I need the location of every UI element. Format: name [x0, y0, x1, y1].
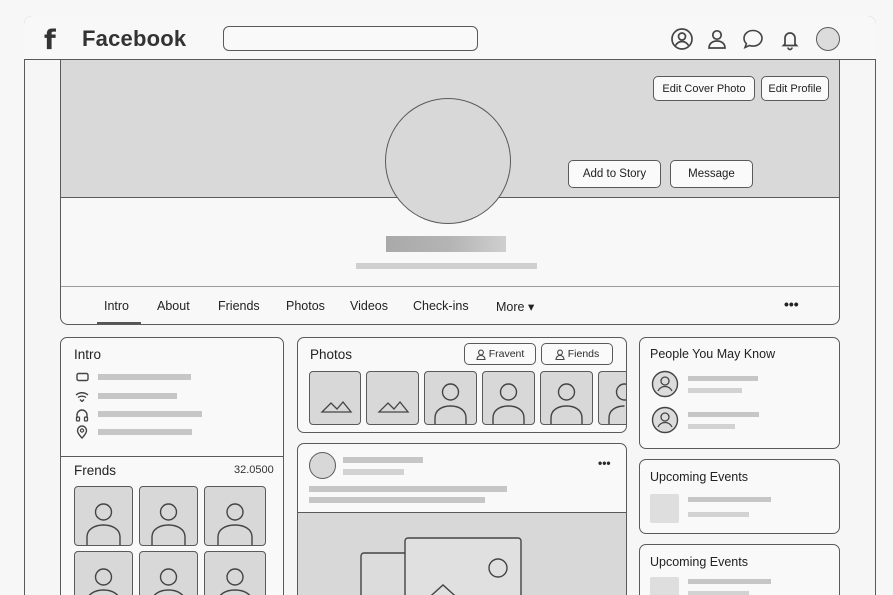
tab-friends[interactable]: Friends: [218, 299, 260, 313]
event-name-placeholder: [688, 579, 771, 584]
friend-thumb[interactable]: [204, 551, 266, 595]
photo-thumb[interactable]: [424, 371, 477, 425]
photos-filter-fravent-button[interactable]: Fravent: [464, 343, 536, 365]
upcoming-events-title: Upcoming Events: [650, 470, 748, 484]
intro-title: Intro: [74, 347, 102, 362]
intro-line-3: [98, 411, 202, 417]
tabs-divider: [61, 286, 839, 287]
photos-filter-fiends-label: Fiends: [567, 348, 600, 360]
photo-thumb[interactable]: [366, 371, 419, 425]
person-icon: [476, 349, 486, 360]
tab-check-ins[interactable]: Check-ins: [413, 299, 469, 313]
profile-subtitle-placeholder: [356, 263, 537, 269]
profile-name-placeholder: [386, 236, 506, 252]
edit-cover-photo-button[interactable]: Edit Cover Photo: [653, 76, 755, 101]
post-media[interactable]: [298, 512, 626, 595]
friend-thumb[interactable]: [139, 551, 198, 595]
intro-line-4: [98, 429, 192, 435]
post-text-line-2: [309, 497, 485, 503]
image-placeholder-icon: [360, 537, 522, 595]
active-tab-indicator: [97, 322, 141, 324]
landscape-icon: [377, 400, 410, 413]
profile-picture[interactable]: [385, 98, 511, 224]
account-circle-icon[interactable]: [670, 27, 694, 51]
post-time-placeholder: [343, 469, 404, 475]
post-menu-icon[interactable]: •••: [598, 456, 611, 470]
friend-thumb[interactable]: [74, 486, 133, 546]
post-text-line-1: [309, 486, 507, 492]
bell-icon[interactable]: [778, 27, 802, 51]
suggested-person-avatar-icon[interactable]: [651, 406, 679, 434]
search-input[interactable]: [223, 26, 478, 51]
message-button[interactable]: Message: [670, 160, 753, 188]
brand-name[interactable]: Facebook: [82, 26, 186, 52]
location-pin-icon: [76, 425, 88, 439]
photo-thumb[interactable]: [598, 371, 626, 425]
event-thumbnail[interactable]: [650, 577, 679, 595]
event-thumbnail[interactable]: [650, 494, 679, 523]
photos-title: Photos: [310, 347, 353, 362]
post-author-avatar[interactable]: [309, 452, 336, 479]
friend-thumb[interactable]: [204, 486, 266, 546]
intro-line-2: [98, 393, 177, 399]
photo-thumb[interactable]: [309, 371, 361, 425]
person-silhouette-icon: [434, 383, 467, 424]
suggested-info-placeholder: [688, 388, 742, 393]
tab-more[interactable]: More ▾: [496, 299, 534, 314]
event-name-placeholder: [688, 497, 771, 502]
person-icon[interactable]: [705, 27, 729, 51]
profile-avatar[interactable]: [816, 27, 840, 51]
landscape-icon: [320, 400, 353, 413]
person-icon: [555, 349, 565, 360]
post-author-name-placeholder: [343, 457, 423, 463]
tab-about[interactable]: About: [157, 299, 190, 313]
person-silhouette-icon: [608, 383, 626, 424]
friends-title: Frends: [74, 463, 117, 478]
chat-bubble-icon[interactable]: [741, 27, 765, 51]
facebook-logo-icon[interactable]: f: [44, 25, 56, 56]
tab-videos[interactable]: Videos: [350, 299, 388, 313]
tab-intro[interactable]: Intro: [104, 299, 129, 313]
person-silhouette-icon: [550, 383, 583, 424]
event-date-placeholder: [688, 512, 749, 517]
edit-profile-button[interactable]: Edit Profile: [761, 76, 829, 101]
add-to-story-button[interactable]: Add to Story: [568, 160, 661, 188]
suggested-person-avatar-icon[interactable]: [651, 370, 679, 398]
friend-thumb[interactable]: [139, 486, 198, 546]
photos-filter-fravent-label: Fravent: [488, 348, 525, 360]
people-you-may-know-title: People You May Know: [650, 347, 776, 361]
photos-filter-fiends-button[interactable]: Fiends: [541, 343, 613, 365]
photo-thumb[interactable]: [540, 371, 593, 425]
friend-thumb[interactable]: [74, 551, 133, 595]
suggested-name-placeholder: [688, 412, 759, 417]
headphones-icon: [75, 408, 89, 422]
person-silhouette-icon: [492, 383, 525, 424]
event-date-placeholder: [688, 591, 749, 595]
photo-thumb[interactable]: [482, 371, 535, 425]
intro-line-1: [98, 374, 191, 380]
suggested-info-placeholder: [688, 424, 735, 429]
upcoming-events-title: Upcoming Events: [650, 555, 748, 569]
tabs-more-menu-icon[interactable]: •••: [784, 296, 799, 312]
card-icon: [76, 372, 89, 382]
friends-count: 32.0500: [234, 464, 274, 476]
tab-photos[interactable]: Photos: [286, 299, 325, 313]
wifi-icon: [75, 390, 89, 402]
suggested-name-placeholder: [688, 376, 758, 381]
